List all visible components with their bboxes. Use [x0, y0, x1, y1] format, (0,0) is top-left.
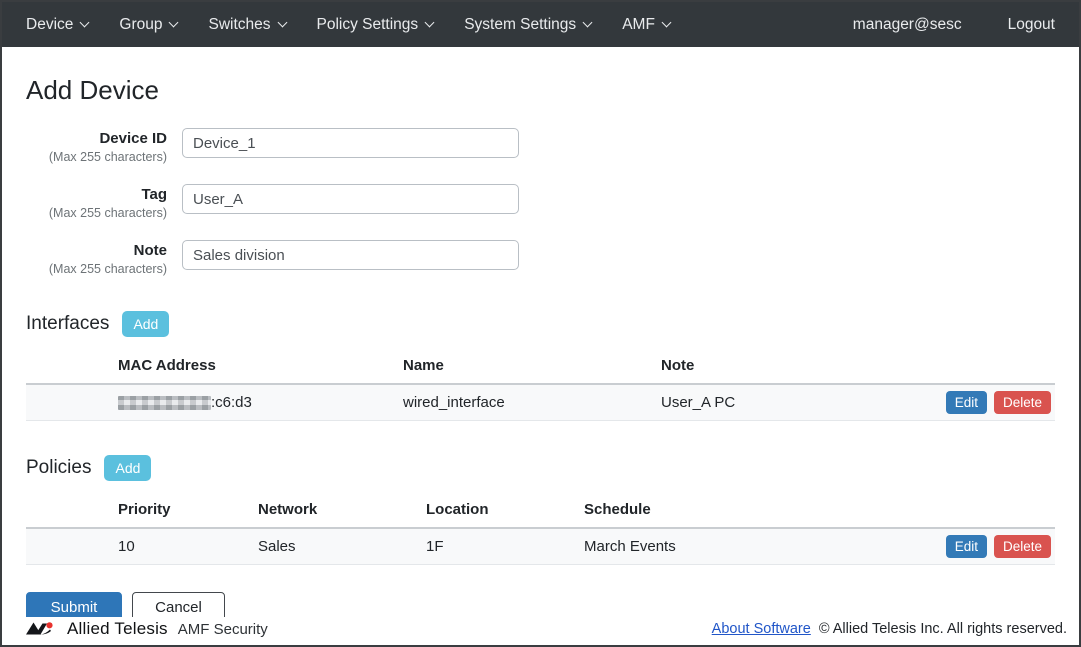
note-row: Note (Max 255 characters) [26, 240, 1055, 277]
col-header-schedule: Schedule [584, 501, 1051, 518]
nav-item-amf[interactable]: AMF [622, 16, 670, 34]
mac-address-cell: :c6:d3 [118, 394, 403, 411]
policies-table: Priority Network Location Schedule 10 Sa… [26, 493, 1055, 565]
nav-right: manager@sesc Logout [853, 16, 1055, 34]
product-name: AMF Security [178, 621, 268, 638]
tag-labels: Tag (Max 255 characters) [26, 184, 167, 221]
form-actions: Submit Cancel [26, 592, 1055, 617]
note-labels: Note (Max 255 characters) [26, 240, 167, 277]
interfaces-title: Interfaces [26, 313, 109, 335]
policy-table-row: 10 Sales 1F March Events Edit Delete [26, 529, 1055, 565]
policies-title: Policies [26, 457, 91, 479]
edit-interface-button[interactable]: Edit [946, 391, 987, 414]
interface-note-cell: User_A PC [661, 394, 946, 411]
tag-label: Tag [26, 186, 167, 205]
device-id-labels: Device ID (Max 255 characters) [26, 128, 167, 165]
policy-network-cell: Sales [258, 538, 426, 555]
policies-section-head: Policies Add [26, 455, 1055, 481]
chevron-down-icon [583, 18, 593, 28]
col-header-location: Location [426, 501, 584, 518]
logout-link[interactable]: Logout [1008, 16, 1055, 34]
interfaces-section-head: Interfaces Add [26, 311, 1055, 337]
about-software-link[interactable]: About Software [712, 621, 811, 637]
note-label: Note [26, 242, 167, 261]
tag-row: Tag (Max 255 characters) [26, 184, 1055, 221]
interface-row-actions: Edit Delete [946, 391, 1051, 414]
note-hint: (Max 255 characters) [26, 261, 167, 277]
chevron-down-icon [661, 18, 671, 28]
policy-schedule-cell: March Events [584, 538, 946, 555]
policies-table-header: Priority Network Location Schedule [26, 493, 1055, 529]
brand-name: Allied Telesis [67, 619, 168, 639]
nav-item-policy-settings[interactable]: Policy Settings [317, 16, 434, 34]
add-policy-button[interactable]: Add [104, 455, 151, 481]
main-content: Add Device Device ID (Max 255 characters… [2, 47, 1079, 617]
nav-item-label: Group [119, 16, 162, 34]
nav-item-label: Switches [208, 16, 270, 34]
nav-item-group[interactable]: Group [119, 16, 177, 34]
policy-location-cell: 1F [426, 538, 584, 555]
device-id-row: Device ID (Max 255 characters) [26, 128, 1055, 165]
chevron-down-icon [169, 18, 179, 28]
col-header-name: Name [403, 357, 661, 374]
col-header-note: Note [661, 357, 1051, 374]
nav-item-label: Policy Settings [317, 16, 419, 34]
mac-suffix: :c6:d3 [211, 394, 252, 411]
footer-right: About Software © Allied Telesis Inc. All… [712, 621, 1067, 637]
note-input[interactable] [182, 240, 519, 270]
interfaces-table: MAC Address Name Note :c6:d3 wired_inter… [26, 349, 1055, 421]
interface-table-row: :c6:d3 wired_interface User_A PC Edit De… [26, 385, 1055, 421]
delete-interface-button[interactable]: Delete [994, 391, 1051, 414]
device-id-input[interactable] [182, 128, 519, 158]
add-interface-button[interactable]: Add [122, 311, 169, 337]
page-footer: Allied Telesis AMF Security About Softwa… [2, 617, 1079, 645]
tag-hint: (Max 255 characters) [26, 205, 167, 221]
interface-name-cell: wired_interface [403, 394, 661, 411]
chevron-down-icon [425, 18, 435, 28]
chevron-down-icon [277, 18, 287, 28]
policy-priority-cell: 10 [118, 538, 258, 555]
interfaces-table-header: MAC Address Name Note [26, 349, 1055, 385]
page-title: Add Device [26, 75, 1055, 106]
redacted-mac-blur [118, 396, 211, 410]
nav-menu: Device Group Switches Policy Settings Sy… [26, 16, 670, 34]
col-header-network: Network [258, 501, 426, 518]
device-id-hint: (Max 255 characters) [26, 149, 167, 165]
policy-row-actions: Edit Delete [946, 535, 1051, 558]
allied-telesis-logo-icon [26, 621, 59, 637]
nav-item-switches[interactable]: Switches [208, 16, 285, 34]
nav-item-label: AMF [622, 16, 655, 34]
nav-item-label: System Settings [464, 16, 576, 34]
col-header-priority: Priority [118, 501, 258, 518]
user-account[interactable]: manager@sesc [853, 16, 962, 34]
edit-policy-button[interactable]: Edit [946, 535, 987, 558]
nav-item-label: Device [26, 16, 73, 34]
nav-item-system-settings[interactable]: System Settings [464, 16, 591, 34]
tag-input[interactable] [182, 184, 519, 214]
submit-button[interactable]: Submit [26, 592, 122, 617]
cancel-button[interactable]: Cancel [132, 592, 225, 617]
nav-item-device[interactable]: Device [26, 16, 88, 34]
col-header-mac-address: MAC Address [118, 357, 403, 374]
top-navbar: Device Group Switches Policy Settings Sy… [2, 2, 1079, 47]
delete-policy-button[interactable]: Delete [994, 535, 1051, 558]
copyright-text: © Allied Telesis Inc. All rights reserve… [819, 621, 1067, 637]
chevron-down-icon [80, 18, 90, 28]
footer-brand: Allied Telesis AMF Security [26, 619, 268, 639]
device-id-label: Device ID [26, 130, 167, 149]
